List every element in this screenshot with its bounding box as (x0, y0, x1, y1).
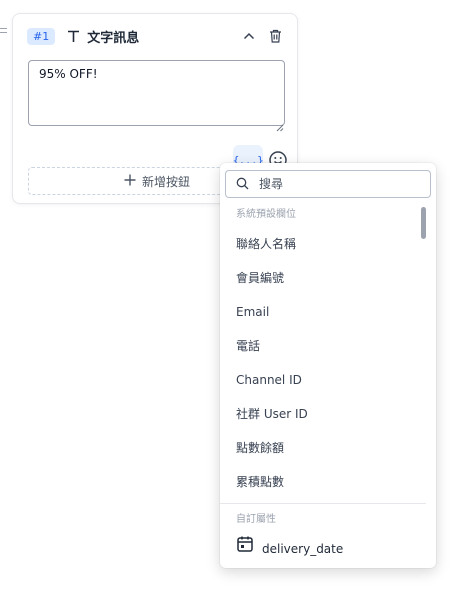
message-textarea[interactable]: 95% OFF! (28, 60, 285, 126)
group-label-system: 系統預設欄位 (236, 209, 296, 220)
add-button-label: 新增按鈕 (141, 174, 190, 189)
chevron-up-icon[interactable] (241, 28, 257, 44)
calendar-icon (236, 532, 254, 566)
list-item[interactable]: 累積點數 (220, 465, 426, 499)
resize-grip-icon[interactable] (276, 117, 284, 132)
list-item[interactable]: Email (220, 295, 426, 329)
text-type-icon (67, 28, 81, 44)
index-badge: #1 (27, 27, 56, 45)
search-box[interactable] (225, 170, 431, 198)
search-icon (236, 175, 249, 194)
variable-dropdown: 系統預設欄位 聯絡人名稱 會員編號 Email 電話 Channel ID 社群… (220, 163, 436, 568)
search-input[interactable] (259, 177, 409, 191)
card-header: #1 文字訊息 (27, 26, 283, 46)
scrollbar[interactable] (418, 205, 428, 565)
list-item[interactable]: Channel ID (220, 363, 426, 397)
list-item[interactable]: 會員編號 (220, 261, 426, 295)
group-label-custom: 自訂屬性 (236, 514, 276, 525)
card-title: 文字訊息 (87, 30, 140, 46)
trash-icon[interactable] (267, 28, 283, 44)
list-item[interactable]: 聯絡人名稱 (220, 227, 426, 261)
list-item-label: delivery_date (262, 542, 344, 556)
field-list: 系統預設欄位 聯絡人名稱 會員編號 Email 電話 Channel ID 社群… (220, 203, 426, 568)
list-item[interactable]: 電話 (220, 329, 426, 363)
list-item[interactable]: 社群 User ID (220, 397, 426, 431)
list-item-date[interactable]: delivery_date (220, 532, 426, 566)
list-item[interactable]: 點數餘額 (220, 431, 426, 465)
group-divider (220, 503, 426, 504)
drag-handle-icon[interactable] (0, 28, 8, 38)
plus-icon (124, 174, 136, 189)
scrollbar-thumb[interactable] (421, 207, 426, 239)
